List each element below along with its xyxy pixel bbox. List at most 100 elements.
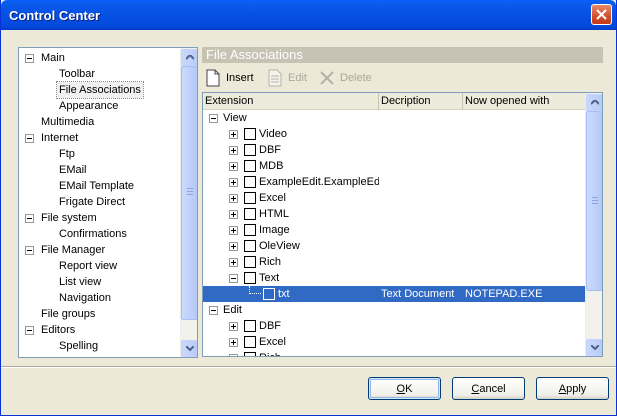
tree-item-appearance[interactable]: Appearance <box>19 98 181 114</box>
tree-item-toolbar[interactable]: Toolbar <box>19 66 181 82</box>
expand-icon[interactable] <box>229 146 238 155</box>
tree-item-internet[interactable]: Internet <box>19 130 181 146</box>
association-row-excel[interactable]: Excel <box>203 190 586 206</box>
expand-icon[interactable] <box>229 258 238 267</box>
list-scroll-down-button[interactable] <box>586 339 602 356</box>
column-description[interactable]: Decription <box>379 93 463 110</box>
association-row-rich[interactable]: Rich <box>203 254 586 270</box>
association-checkbox[interactable] <box>244 144 256 156</box>
association-row-edit[interactable]: Edit <box>203 302 586 318</box>
association-checkbox[interactable] <box>244 128 256 140</box>
expand-icon[interactable] <box>229 130 238 139</box>
association-checkbox[interactable] <box>244 208 256 220</box>
close-button[interactable] <box>591 4 612 25</box>
association-row-mdb[interactable]: MDB <box>203 158 586 174</box>
association-checkbox[interactable] <box>263 288 275 300</box>
association-row-rich[interactable]: Rich <box>203 350 586 356</box>
edit-button[interactable]: Edit <box>266 67 310 89</box>
expand-icon[interactable] <box>229 194 238 203</box>
association-row-exampleedit-exampleedit[interactable]: ExampleEdit.ExampleEdit( <box>203 174 586 190</box>
association-row-html[interactable]: HTML <box>203 206 586 222</box>
cancel-button[interactable]: Cancel <box>452 377 525 400</box>
scroll-down-button[interactable] <box>181 340 197 357</box>
tree-item-email-template[interactable]: EMail Template <box>19 178 181 194</box>
list-scroll-thumb[interactable] <box>586 111 602 291</box>
association-label: Rich <box>259 256 282 268</box>
delete-button[interactable]: Delete <box>318 67 376 89</box>
association-checkbox[interactable] <box>244 272 256 284</box>
new-document-icon <box>206 69 220 87</box>
tree-item-label: Navigation <box>59 292 111 304</box>
tree-item-label: Confirmations <box>59 228 127 240</box>
association-checkbox[interactable] <box>244 352 256 356</box>
column-opened-with[interactable]: Now opened with <box>463 93 586 110</box>
tree-item-spelling[interactable]: Spelling <box>19 338 181 354</box>
collapse-icon[interactable] <box>25 54 34 63</box>
tree-item-navigation[interactable]: Navigation <box>19 290 181 306</box>
association-checkbox[interactable] <box>244 256 256 268</box>
tree-item-email[interactable]: EMail <box>19 162 181 178</box>
association-checkbox[interactable] <box>244 336 256 348</box>
collapse-icon[interactable] <box>25 214 34 223</box>
expand-icon[interactable] <box>229 354 238 356</box>
tree-item-label: EMail Template <box>59 180 134 192</box>
expand-icon[interactable] <box>229 338 238 347</box>
association-checkbox[interactable] <box>244 160 256 172</box>
collapse-icon[interactable] <box>209 306 218 315</box>
association-row-video[interactable]: Video <box>203 126 586 142</box>
tree-item-confirmations[interactable]: Confirmations <box>19 226 181 242</box>
association-row-oleview[interactable]: OleView <box>203 238 586 254</box>
association-row-text[interactable]: Text <box>203 270 586 286</box>
association-row-txt[interactable]: txt Text Document NOTEPAD.EXE <box>203 286 586 302</box>
collapse-icon[interactable] <box>25 246 34 255</box>
association-checkbox[interactable] <box>244 320 256 332</box>
tree-item-file-groups[interactable]: File groups <box>19 306 181 322</box>
tree-item-report-view[interactable]: Report view <box>19 258 181 274</box>
apply-button[interactable]: Apply <box>536 377 609 400</box>
expand-icon[interactable] <box>229 322 238 331</box>
section-title: File Associations <box>202 47 603 63</box>
association-checkbox[interactable] <box>244 224 256 236</box>
association-row-view[interactable]: View <box>203 110 586 126</box>
tree-item-editors[interactable]: Editors <box>19 322 181 338</box>
association-checkbox[interactable] <box>244 176 256 188</box>
expand-icon[interactable] <box>229 226 238 235</box>
column-extension[interactable]: Extension <box>203 93 379 110</box>
scroll-up-button[interactable] <box>181 49 197 66</box>
tree-item-multimedia[interactable]: Multimedia <box>19 114 181 130</box>
tree-item-list-view[interactable]: List view <box>19 274 181 290</box>
expand-icon[interactable] <box>229 162 238 171</box>
expand-icon[interactable] <box>229 210 238 219</box>
association-row-image[interactable]: Image <box>203 222 586 238</box>
arrow-down-icon <box>591 345 599 350</box>
tree-item-main[interactable]: Main <box>19 50 181 66</box>
expand-icon[interactable] <box>229 242 238 251</box>
insert-button[interactable]: Insert <box>204 67 262 89</box>
association-label: ExampleEdit.ExampleEdit( <box>259 176 379 188</box>
collapse-icon[interactable] <box>25 134 34 143</box>
association-label: Edit <box>223 304 242 316</box>
settings-tree-items: Main Toolbar File Associations Appearance Mu… <box>19 50 181 354</box>
association-row-excel[interactable]: Excel <box>203 334 586 350</box>
scroll-thumb[interactable] <box>181 66 197 320</box>
association-row-dbf[interactable]: DBF <box>203 142 586 158</box>
association-label: DBF <box>259 144 281 156</box>
expand-icon[interactable] <box>229 178 238 187</box>
collapse-icon[interactable] <box>25 326 34 335</box>
ok-button[interactable]: OK <box>368 377 441 400</box>
association-checkbox[interactable] <box>244 192 256 204</box>
tree-item-frigate-direct[interactable]: Frigate Direct <box>19 194 181 210</box>
settings-tree-scrollbar[interactable] <box>180 48 197 357</box>
collapse-icon[interactable] <box>229 274 238 283</box>
list-scroll-up-button[interactable] <box>586 94 602 111</box>
list-scrollbar[interactable] <box>585 93 602 356</box>
association-row-dbf[interactable]: DBF <box>203 318 586 334</box>
title-bar[interactable]: Control Center <box>1 0 616 30</box>
tree-item-file-associations[interactable]: File Associations <box>19 81 181 99</box>
tree-item-file-manager[interactable]: File Manager <box>19 242 181 258</box>
tree-item-ftp[interactable]: Ftp <box>19 146 181 162</box>
association-checkbox[interactable] <box>244 240 256 252</box>
collapse-icon[interactable] <box>209 114 218 123</box>
arrow-up-icon <box>591 100 599 105</box>
tree-item-file-system[interactable]: File system <box>19 210 181 226</box>
